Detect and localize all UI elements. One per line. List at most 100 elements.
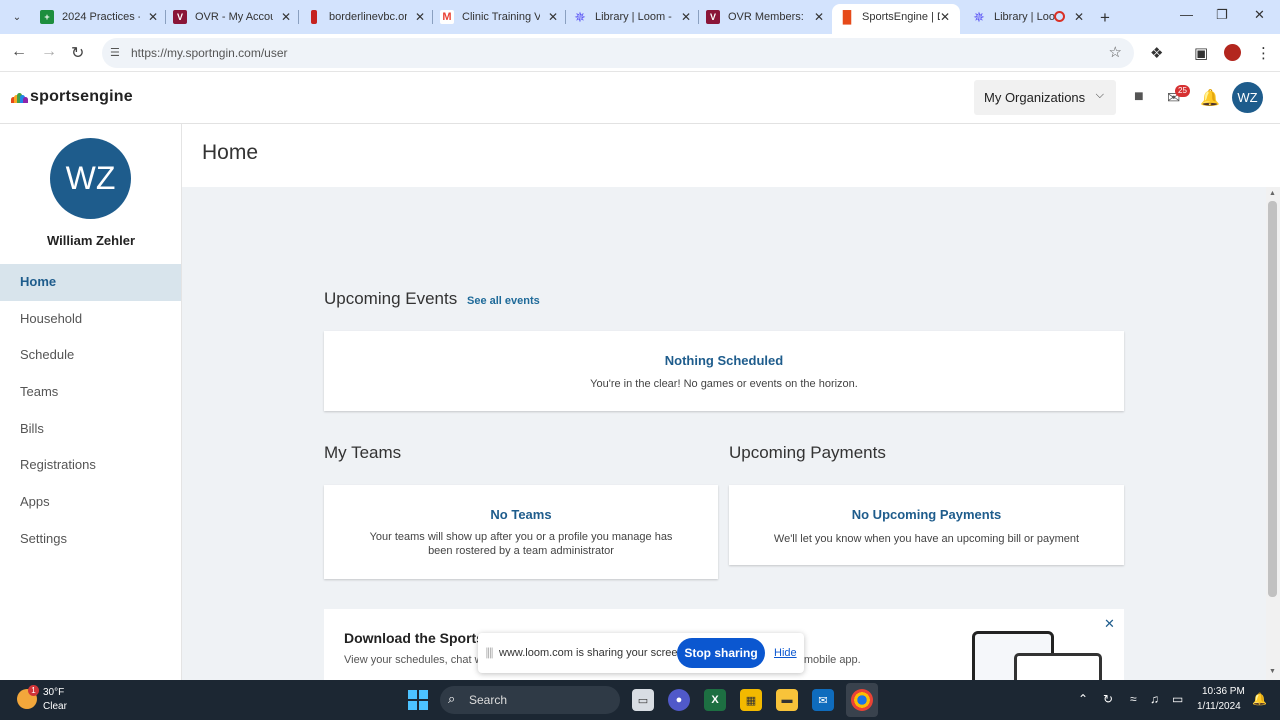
sidebar-avatar[interactable]: WZ bbox=[50, 138, 131, 219]
upcoming-payments-card: No Upcoming Payments We'll let you know … bbox=[729, 485, 1124, 565]
tab-ovr-account[interactable]: V OVR - My Accou ✕ bbox=[173, 4, 295, 30]
reload-icon[interactable]: ↻ bbox=[71, 43, 84, 63]
browser-tab-bar: ⌄ + 2024 Practices - ✕ V OVR - My Accou … bbox=[0, 0, 1280, 34]
no-payments-text: We'll let you know when you have an upco… bbox=[773, 533, 1080, 545]
sidebar-item-registrations[interactable]: Registrations bbox=[0, 447, 181, 484]
battery-icon[interactable]: ▭ bbox=[1172, 692, 1183, 706]
site-header: sportsengine My Organizations ⌵ ■ ✉ 25 🔔… bbox=[0, 72, 1280, 124]
sidebar-item-apps[interactable]: Apps bbox=[0, 484, 181, 521]
scrollbar-thumb[interactable] bbox=[1268, 201, 1277, 597]
page-header: Home bbox=[182, 124, 1280, 187]
bookmark-star-icon[interactable]: ☆ bbox=[1109, 43, 1122, 61]
stop-sharing-button[interactable]: Stop sharing bbox=[677, 638, 765, 668]
weather-alert-badge: 1 bbox=[28, 685, 39, 696]
sheets-icon: + bbox=[40, 10, 54, 24]
close-icon[interactable]: ✕ bbox=[938, 10, 952, 24]
maximize-button[interactable]: ❐ bbox=[1216, 7, 1228, 23]
close-banner-icon[interactable]: ✕ bbox=[1104, 616, 1115, 632]
gmail-icon: M bbox=[440, 10, 454, 24]
ovr-icon: V bbox=[173, 10, 187, 24]
sportsengine-logo[interactable]: sportsengine bbox=[11, 88, 133, 106]
notifications-bell-icon[interactable]: 🔔 bbox=[1200, 88, 1220, 108]
tab-borderlinevbc[interactable]: borderlinevbc.or ✕ bbox=[307, 4, 429, 30]
file-explorer-icon[interactable]: ▬ bbox=[776, 689, 798, 711]
url-text[interactable]: https://my.sportngin.com/user bbox=[131, 46, 288, 60]
tab-title: borderlinevbc.or bbox=[329, 11, 407, 23]
header-avatar[interactable]: WZ bbox=[1232, 82, 1263, 113]
sidebar-item-household[interactable]: Household bbox=[0, 301, 181, 338]
sidebar-item-schedule[interactable]: Schedule bbox=[0, 337, 181, 374]
my-organizations-label: My Organizations bbox=[984, 90, 1086, 105]
upcoming-events-title: Upcoming Events bbox=[324, 289, 458, 308]
tab-title: SportsEngine | D bbox=[862, 11, 940, 23]
tab-search-button[interactable]: ⌄ bbox=[6, 7, 28, 27]
tab-sportsengine[interactable]: █ SportsEngine | D ✕ bbox=[832, 4, 960, 34]
notification-center-icon[interactable]: 🔔 bbox=[1252, 692, 1267, 706]
loom-icon: ✵ bbox=[973, 8, 985, 25]
tab-clinic-training[interactable]: M Clinic Training Vi ✕ bbox=[440, 4, 562, 30]
sync-icon[interactable]: ↻ bbox=[1103, 692, 1113, 706]
mail-app-icon[interactable]: ✉ bbox=[812, 689, 834, 711]
logo-mark-icon bbox=[11, 91, 28, 103]
upcoming-payments-title: Upcoming Payments bbox=[729, 443, 886, 462]
hide-link[interactable]: Hide bbox=[774, 647, 797, 659]
see-all-events-link[interactable]: See all events bbox=[467, 295, 540, 307]
close-icon[interactable]: ✕ bbox=[812, 10, 826, 24]
weather-temperature[interactable]: 30°F bbox=[43, 687, 64, 698]
clock-time[interactable]: 10:36 PM bbox=[1202, 686, 1245, 697]
sharing-message: www.loom.com is sharing your screen. bbox=[499, 647, 687, 659]
windows-start-icon[interactable] bbox=[408, 690, 428, 710]
search-icon: ⌕ bbox=[448, 691, 456, 706]
close-icon[interactable]: ✕ bbox=[146, 10, 160, 24]
chat-icon[interactable]: ■ bbox=[1134, 88, 1144, 106]
taskbar-search[interactable]: ⌕ Search bbox=[440, 686, 620, 714]
bookmark-icon bbox=[311, 10, 317, 24]
profile-icon[interactable] bbox=[1224, 44, 1241, 61]
my-organizations-dropdown[interactable]: My Organizations ⌵ bbox=[974, 80, 1116, 115]
sidebar-item-bills[interactable]: Bills bbox=[0, 411, 181, 448]
back-icon[interactable]: ← bbox=[11, 43, 27, 61]
sidebar-item-settings[interactable]: Settings bbox=[0, 521, 181, 558]
no-teams-title: No Teams bbox=[490, 507, 552, 522]
tab-title: 2024 Practices - bbox=[62, 11, 140, 23]
tablet-mockup-image bbox=[1014, 653, 1102, 680]
task-view-icon[interactable]: ▭ bbox=[632, 689, 654, 711]
tab-2024-practices[interactable]: + 2024 Practices - ✕ bbox=[40, 4, 162, 30]
address-bar[interactable]: ☰ https://my.sportngin.com/user ☆ bbox=[102, 38, 1134, 68]
nothing-scheduled-text: You're in the clear! No games or events … bbox=[590, 378, 858, 390]
close-icon[interactable]: ✕ bbox=[413, 10, 427, 24]
sidebar-item-teams[interactable]: Teams bbox=[0, 374, 181, 411]
wifi-icon[interactable]: ≈ bbox=[1130, 692, 1137, 706]
chrome-icon[interactable] bbox=[851, 689, 873, 711]
menu-dots-icon[interactable]: ⋮ bbox=[1256, 44, 1271, 62]
page-scrollbar[interactable]: ▲ ▼ bbox=[1266, 187, 1280, 680]
forward-icon[interactable]: → bbox=[41, 43, 57, 61]
minimize-button[interactable]: — bbox=[1180, 7, 1193, 22]
extensions-icon[interactable]: ❖ bbox=[1150, 44, 1163, 62]
page-title: Home bbox=[202, 141, 259, 164]
clock-date[interactable]: 1/11/2024 bbox=[1197, 701, 1241, 712]
side-panel-icon[interactable]: ▣ bbox=[1194, 44, 1208, 62]
sidebar-item-home[interactable]: Home bbox=[0, 264, 181, 301]
scroll-up-icon[interactable]: ▲ bbox=[1269, 190, 1276, 197]
close-icon[interactable]: ✕ bbox=[546, 10, 560, 24]
tray-overflow-icon[interactable]: ⌃ bbox=[1078, 692, 1088, 706]
close-icon[interactable]: ✕ bbox=[279, 10, 293, 24]
new-tab-button[interactable]: + bbox=[1100, 8, 1110, 28]
close-icon[interactable]: ✕ bbox=[1072, 10, 1086, 24]
tab-loom-library[interactable]: ✵ Library | Loom - ✕ bbox=[573, 4, 695, 30]
close-window-button[interactable]: ✕ bbox=[1254, 7, 1265, 23]
tab-loom-library-2[interactable]: ✵ Library | Loo ✕ bbox=[972, 4, 1090, 30]
app-download-title: Download the Sports bbox=[344, 630, 484, 646]
weather-condition[interactable]: Clear bbox=[43, 701, 67, 712]
volume-icon[interactable]: ♫ bbox=[1150, 692, 1159, 706]
scroll-down-icon[interactable]: ▼ bbox=[1269, 668, 1276, 675]
site-info-icon[interactable]: ☰ bbox=[110, 46, 120, 59]
excel-icon[interactable]: X bbox=[704, 689, 726, 711]
drag-handle-icon[interactable]: ∥∥ bbox=[485, 646, 494, 659]
close-icon[interactable]: ✕ bbox=[679, 10, 693, 24]
tab-ovr-members[interactable]: V OVR Members: 2 ✕ bbox=[706, 4, 828, 30]
teams-icon[interactable]: ● bbox=[668, 689, 690, 711]
tab-title: Library | Loom - bbox=[595, 11, 672, 23]
store-icon[interactable]: ▦ bbox=[740, 689, 762, 711]
